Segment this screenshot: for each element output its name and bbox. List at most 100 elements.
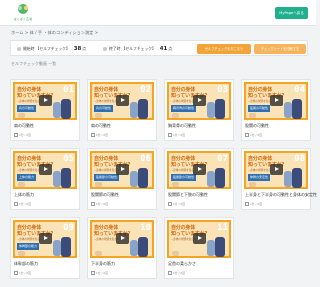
video-number: 05 xyxy=(63,154,74,164)
person-figure xyxy=(138,99,148,119)
video-title[interactable]: 股関節の可動性 xyxy=(91,192,119,198)
person-figure xyxy=(207,102,215,118)
play-icon[interactable] xyxy=(39,95,52,106)
video-card[interactable]: 自分の身体 知っていますか? 08 ~身体の状態を知る~ 体幹の安定性上半身と下半身の可… xyxy=(241,148,317,210)
video-card[interactable]: 自分の身体 知っていますか? 04 ~身体の状態を知る~ 股関の可動性股関の可動性 1分 … xyxy=(241,79,311,141)
person-figure xyxy=(53,102,61,118)
play-icon[interactable] xyxy=(270,164,283,175)
video-duration: 1分 / 2回 xyxy=(96,202,108,206)
video-duration: 1分 / 2回 xyxy=(250,133,262,137)
play-icon[interactable] xyxy=(39,233,52,244)
video-thumbnail[interactable]: 自分の身体 知っていますか? 09 ~身体の状態を知る~ 体幹部の筋力 xyxy=(13,220,77,258)
calendar-icon xyxy=(14,133,18,137)
person-figure xyxy=(284,102,292,118)
video-title[interactable]: 股関節と下肢の可動性 xyxy=(168,192,208,198)
video-meta: 1分 / 2回 xyxy=(245,133,262,137)
video-card[interactable]: 自分の身体 知っていますか? 07 ~身体の状態を知る~ 股関節の可動性股関節と下肢の可… xyxy=(164,148,234,210)
video-duration: 1分 / 2回 xyxy=(96,271,108,275)
video-card[interactable]: 自分の身体 知っていますか? 11 ~身体の状態を知る~ 足首の柔らかさ 1分 / 2回 xyxy=(164,217,234,279)
after-unit: 点 xyxy=(168,46,173,51)
after-value: 41 xyxy=(159,46,168,52)
video-title[interactable]: 足首の柔らかさ xyxy=(168,261,196,267)
hand-figure xyxy=(249,182,256,187)
video-card[interactable]: 自分の身体 知っていますか? 09 ~身体の状態を知る~ 体幹部の筋力 体幹部の筋力 1分 … xyxy=(10,217,80,279)
breadcrumb[interactable]: ホーム > 体 / 手 ・体のコンディション測定 > xyxy=(11,30,98,36)
person-figure xyxy=(61,99,71,119)
video-thumbnail[interactable]: 自分の身体 知っていますか? 01 ~身体の状態を知る~ 肩の可動性 xyxy=(13,82,77,120)
print-sheet-button[interactable]: チェックシートを印刷する xyxy=(254,44,306,54)
video-thumbnail[interactable]: 自分の身体 知っていますか? 06 ~身体の状態を知る~ 股関節の可動性 xyxy=(90,151,154,189)
video-thumbnail[interactable]: 自分の身体 知っていますか? 03 ~身体の状態を知る~ 胸背骨の可動性 xyxy=(167,82,231,120)
header: ぱくぱく広場 MyPageへ戻る xyxy=(0,0,316,26)
calendar-icon xyxy=(14,202,18,206)
person-figure xyxy=(138,237,148,257)
video-number: 10 xyxy=(140,223,151,233)
hand-figure xyxy=(95,251,102,256)
thumb-label: 上体の筋力 xyxy=(17,174,37,181)
video-card[interactable]: 自分の身体 知っていますか? 03 ~身体の状態を知る~ 胸背骨の可動性 胸背骨の可動性 1… xyxy=(164,79,234,141)
video-card[interactable]: 自分の身体 知っていますか? 10 ~身体の状態を知る~ 下半身の筋力 1分 / 2回 xyxy=(87,217,157,279)
before-score: 開始時 【セルフチェック】 38点 xyxy=(17,41,86,57)
video-thumbnail[interactable]: 自分の身体 知っていますか? 08 ~身体の状態を知る~ 体幹の安定性 xyxy=(244,151,308,189)
video-title[interactable]: 肩の可動性 xyxy=(14,123,34,129)
hand-figure xyxy=(18,251,25,256)
self-check-panel: 開始時 【セルフチェック】 38点 終了時 【セルフチェック】 41点 セルフチェッ… xyxy=(10,40,308,56)
play-icon[interactable] xyxy=(116,95,129,106)
video-duration: 1分 / 2回 xyxy=(96,133,108,137)
video-thumbnail[interactable]: 自分の身体 知っていますか? 07 ~身体の状態を知る~ 股関節の可動性 xyxy=(167,151,231,189)
mypage-button[interactable]: MyPageへ戻る xyxy=(275,7,308,19)
play-icon[interactable] xyxy=(116,164,129,175)
video-duration: 1分 / 2回 xyxy=(173,202,185,206)
video-card[interactable]: 自分の身体 知っていますか? 02 ~身体の状態を知る~ 肩の可動性 肩の可動性 1分 / … xyxy=(87,79,157,141)
video-title[interactable]: 上体の筋力 xyxy=(14,192,34,198)
video-title[interactable]: 股関の可動性 xyxy=(245,123,269,129)
video-meta: 1分 / 2回 xyxy=(168,271,185,275)
person-figure xyxy=(138,168,148,188)
calendar-icon xyxy=(91,202,95,206)
play-icon[interactable] xyxy=(193,233,206,244)
logo-mark xyxy=(18,4,28,14)
video-thumbnail[interactable]: 自分の身体 知っていますか? 04 ~身体の状態を知る~ 股関の可動性 xyxy=(244,82,308,120)
video-thumbnail[interactable]: 自分の身体 知っていますか? 02 ~身体の状態を知る~ 肩の可動性 xyxy=(90,82,154,120)
hand-figure xyxy=(172,113,179,118)
video-title[interactable]: 上半身と下半身の可動性と身体の安定性 xyxy=(245,192,317,198)
person-figure xyxy=(207,171,215,187)
before-value: 38 xyxy=(73,46,82,52)
video-meta: 1分 / 2回 xyxy=(168,202,185,206)
calendar-icon xyxy=(168,202,172,206)
video-number: 09 xyxy=(63,223,74,233)
hand-figure xyxy=(95,113,102,118)
hand-figure xyxy=(172,251,179,256)
self-check-button[interactable]: セルフチェックをおこなう xyxy=(197,44,251,54)
calendar-icon xyxy=(245,202,249,206)
thumb-label: 体幹部の筋力 xyxy=(17,243,40,250)
play-icon[interactable] xyxy=(116,233,129,244)
clock-icon xyxy=(103,47,107,51)
play-icon[interactable] xyxy=(193,95,206,106)
play-icon[interactable] xyxy=(193,164,206,175)
thumb-label: 股関節の可動性 xyxy=(94,174,120,181)
person-figure xyxy=(292,168,302,188)
calendar-icon xyxy=(91,133,95,137)
play-icon[interactable] xyxy=(39,164,52,175)
thumb-label: 肩の可動性 xyxy=(94,105,114,112)
video-thumbnail[interactable]: 自分の身体 知っていますか? 05 ~身体の状態を知る~ 上体の筋力 xyxy=(13,151,77,189)
video-card[interactable]: 自分の身体 知っていますか? 01 ~身体の状態を知る~ 肩の可動性肩の可動性 1分 / … xyxy=(10,79,80,141)
person-figure xyxy=(284,171,292,187)
video-title[interactable]: 肩の可動性 xyxy=(91,123,111,129)
video-card[interactable]: 自分の身体 知っていますか? 05 ~身体の状態を知る~ 上体の筋力 上体の筋力 1分 / … xyxy=(10,148,80,210)
video-title[interactable]: 下半身の筋力 xyxy=(91,261,115,267)
video-thumbnail[interactable]: 自分の身体 知っていますか? 11 ~身体の状態を知る~ xyxy=(167,220,231,258)
site-logo[interactable]: ぱくぱく広場 xyxy=(6,3,40,23)
video-title[interactable]: 胸背骨の可動性 xyxy=(168,123,196,129)
hand-figure xyxy=(172,182,179,187)
video-title[interactable]: 体幹部の筋力 xyxy=(14,261,38,267)
video-number: 04 xyxy=(294,85,305,95)
video-thumbnail[interactable]: 自分の身体 知っていますか? 10 ~身体の状態を知る~ xyxy=(90,220,154,258)
play-icon[interactable] xyxy=(270,95,283,106)
video-duration: 1分 / 2回 xyxy=(19,133,31,137)
person-figure xyxy=(53,240,61,256)
video-card[interactable]: 自分の身体 知っていますか? 06 ~身体の状態を知る~ 股関節の可動性 股関節の可動性 1… xyxy=(87,148,157,210)
thumb-label: 体幹の安定性 xyxy=(248,174,271,181)
after-label: 終了時 【セルフチェック】 xyxy=(109,46,156,51)
